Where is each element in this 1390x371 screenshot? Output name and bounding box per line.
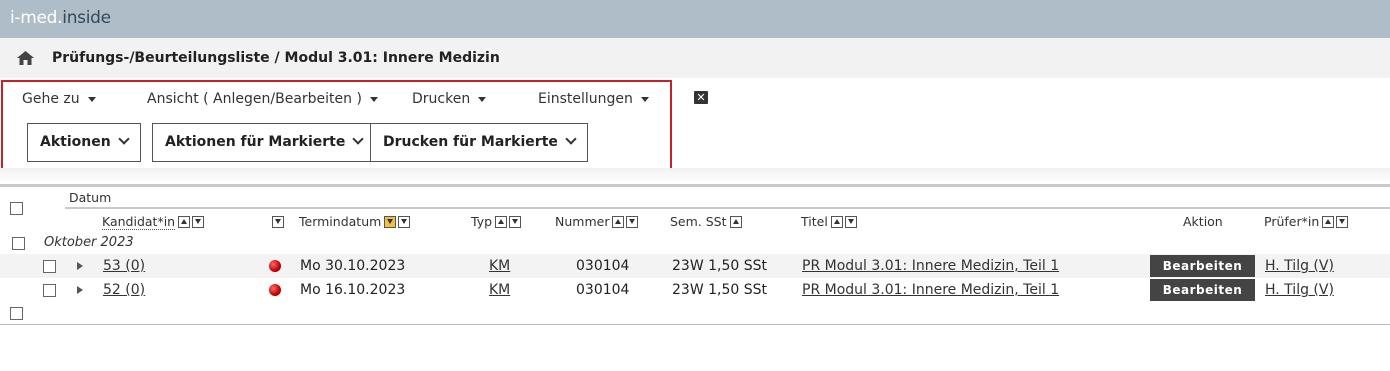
expand-arrow-icon[interactable] (77, 262, 83, 270)
settings-menu[interactable]: Einstellungen (538, 91, 649, 107)
column-header-type: Typ (471, 214, 522, 229)
filter-icon[interactable] (509, 216, 522, 228)
filter-icon[interactable] (1336, 216, 1349, 228)
column-header-examiner: Prüfer*in (1264, 214, 1349, 229)
month-group-label: Oktober 2023 (44, 235, 134, 250)
table-bottom-rule (0, 324, 1390, 325)
sort-icon[interactable] (729, 216, 742, 228)
column-header-title: Titel (801, 214, 857, 229)
candidate-link[interactable]: 53 (0) (103, 258, 145, 274)
filter-icon[interactable] (626, 216, 639, 228)
semester-cell: 23W 1,50 SSt (672, 282, 767, 298)
sort-icon[interactable] (495, 216, 508, 228)
caret-down-icon (369, 96, 378, 102)
app-logo[interactable]: i-med.inside (10, 8, 111, 28)
caret-down-icon (478, 96, 487, 102)
sort-icon[interactable] (830, 216, 843, 228)
chevron-down-icon (565, 133, 577, 145)
divider-shade (0, 168, 1390, 184)
status-dot-icon (269, 260, 281, 272)
date-cell: Mo 16.10.2023 (300, 282, 406, 298)
sort-icon[interactable] (1322, 216, 1335, 228)
title-link[interactable]: PR Modul 3.01: Innere Medizin, Teil 1 (802, 282, 1059, 298)
column-header-number: Nummer (555, 214, 639, 229)
row-checkbox[interactable] (43, 284, 56, 297)
select-all-checkbox[interactable] (10, 202, 23, 215)
sort-icon[interactable] (612, 216, 625, 228)
column-header-date: Termindatum (299, 214, 411, 229)
table-top-rule (0, 184, 1390, 187)
actions-marked-button[interactable]: Aktionen für Markierte (152, 123, 376, 162)
semester-cell: 23W 1,50 SSt (672, 258, 767, 274)
type-link[interactable]: KM (489, 258, 510, 274)
group-checkbox[interactable] (12, 237, 25, 250)
edit-button[interactable]: Bearbeiten (1150, 255, 1255, 277)
number-cell: 030104 (576, 282, 630, 298)
examiner-link[interactable]: H. Tilg (V) (1265, 258, 1334, 274)
actions-button[interactable]: Aktionen (27, 123, 141, 162)
close-icon[interactable]: ✕ (694, 91, 708, 104)
sort-icon[interactable] (178, 216, 191, 228)
column-header-action: Aktion (1183, 214, 1223, 229)
print-menu[interactable]: Drucken (412, 91, 487, 107)
column-header-status (270, 214, 284, 229)
chevron-down-icon (352, 133, 365, 145)
date-cell: Mo 30.10.2023 (300, 258, 406, 274)
row-checkbox[interactable] (43, 260, 56, 273)
breadcrumb: Prüfungs-/Beurteilungsliste / Modul 3.01… (0, 38, 1390, 78)
goto-menu[interactable]: Gehe zu (22, 91, 96, 107)
caret-down-icon (640, 96, 649, 102)
filter-icon[interactable] (192, 216, 205, 228)
examiner-link[interactable]: H. Tilg (V) (1265, 282, 1334, 298)
group-header-date: Datum (69, 190, 112, 205)
header-rule (65, 207, 1390, 209)
caret-down-icon (87, 96, 96, 102)
filter-icon[interactable] (398, 216, 411, 228)
top-bar: i-med.inside (0, 0, 1390, 38)
filter-icon[interactable] (844, 216, 857, 228)
edit-button[interactable]: Bearbeiten (1150, 279, 1255, 301)
expand-arrow-icon[interactable] (77, 286, 83, 294)
filter-icon[interactable] (272, 216, 284, 228)
print-marked-button[interactable]: Drucken für Markierte (370, 123, 588, 162)
type-link[interactable]: KM (489, 282, 510, 298)
candidate-link[interactable]: 52 (0) (103, 282, 145, 298)
status-dot-icon (269, 284, 281, 296)
page-title: Prüfungs-/Beurteilungsliste / Modul 3.01… (52, 50, 500, 66)
number-cell: 030104 (576, 258, 630, 274)
column-header-candidate: Kandidat*in (102, 214, 205, 230)
chevron-down-icon (118, 133, 130, 145)
home-icon[interactable] (17, 51, 34, 65)
footer-checkbox[interactable] (10, 307, 23, 320)
column-header-semester: Sem. SSt (670, 214, 742, 229)
sort-icon-active[interactable] (384, 216, 397, 228)
view-menu[interactable]: Ansicht ( Anlegen/Bearbeiten ) (147, 91, 378, 107)
title-link[interactable]: PR Modul 3.01: Innere Medizin, Teil 1 (802, 258, 1059, 274)
